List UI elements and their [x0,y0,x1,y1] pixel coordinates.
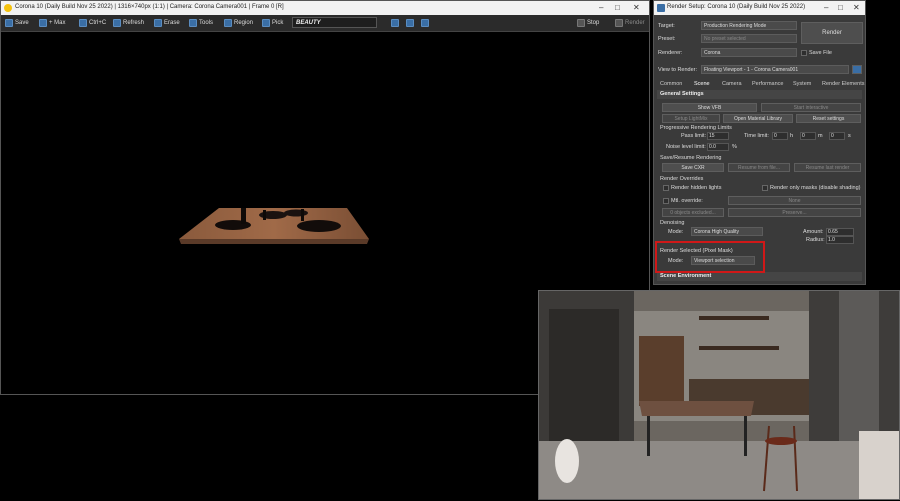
tab-camera[interactable]: Camera [722,81,742,87]
save-resume-label: Save/Resume Rendering [660,155,722,161]
reset-settings-button[interactable]: Reset settings [796,114,861,123]
vfb-title: Corona 10 (Daily Build Nov 25 2022) | 13… [15,4,284,10]
preset-label: Preset: [658,36,676,42]
render-hidden-lights-checkbox[interactable] [663,185,669,191]
lock-view-icon[interactable] [852,65,862,74]
render-only-masks-checkbox[interactable] [762,185,768,191]
render-button[interactable]: Render [801,22,863,44]
highlight-box [655,241,765,273]
zoom-fit-icon[interactable] [421,18,429,28]
erase-button[interactable]: Erase [154,18,180,28]
time-hours-input[interactable]: 0 [772,132,788,140]
noise-level-label: Noise level limit: [666,144,706,150]
zoom-in-icon[interactable] [391,18,399,28]
mtl-override-button[interactable]: None [728,196,861,205]
render-setup-title-bar: Render Setup: Corona 10 (Daily Build Nov… [654,1,865,15]
tab-common[interactable]: Common [660,81,682,87]
show-vfb-button[interactable]: Show VFB [662,103,757,112]
tab-scene[interactable]: Scene [694,81,710,87]
save-icon [5,19,13,27]
mtl-override-label: Mtl. override: [671,198,703,204]
target-select[interactable]: Production Rendering Mode [701,21,797,30]
mtl-override-checkbox[interactable] [663,198,669,204]
resume-last-button[interactable]: Resume last render [794,163,861,172]
renderer-select[interactable]: Corona [701,48,797,57]
setup-lightmix-button[interactable]: Setup LightMix [662,114,720,123]
copy-button[interactable]: Ctrl+C [79,18,106,28]
erase-icon [154,19,162,27]
tab-system[interactable]: System [793,81,811,87]
maximize-icon [39,19,47,27]
save-cxr-button[interactable]: Save CXR [662,163,724,172]
time-minutes-input[interactable]: 0 [800,132,816,140]
max-logo-icon [657,4,665,12]
maximize-icon[interactable]: □ [838,3,843,12]
region-button[interactable]: Region [224,18,253,28]
hours-unit: h [790,133,794,139]
tab-performance[interactable]: Performance [752,81,784,87]
vfb-title-bar: Corona 10 (Daily Build Nov 25 2022) | 13… [1,1,649,15]
progressive-limits-label: Progressive Rendering Limits [660,125,732,131]
percent-unit: % [732,144,737,150]
tools-icon [189,19,197,27]
view-to-render-label: View to Render: [658,67,698,73]
tools-button[interactable]: Tools [189,18,213,28]
stop-button[interactable]: Stop [577,18,599,28]
tab-render-elements[interactable]: Render Elements [822,81,865,87]
save-file-label: Save File [809,50,832,56]
viewport-scene [539,291,899,499]
view-to-render-select[interactable]: Floating Viewport - 1 - Corona Camera001 [701,65,849,74]
start-interactive-button[interactable]: Start interactive [761,103,861,112]
time-seconds-input[interactable]: 0 [829,132,845,140]
preset-select[interactable]: No preset selected [701,34,797,43]
close-icon[interactable]: ✕ [633,3,640,12]
scene-environment-header[interactable]: Scene Environment [657,272,862,281]
maximize-icon[interactable]: □ [615,3,620,12]
zoom-out-icon[interactable] [406,18,414,28]
renderer-label: Renderer: [658,50,683,56]
copy-icon [79,19,87,27]
pick-icon [262,19,270,27]
floating-viewport[interactable] [538,290,900,500]
pass-limit-input[interactable]: 15 [707,132,729,140]
stop-icon [577,19,585,27]
noise-level-input[interactable]: 0.0 [707,143,729,151]
refresh-icon [113,19,121,27]
radius-label: Radius: [806,237,825,243]
open-material-library-button[interactable]: Open Material Library [723,114,793,123]
close-icon[interactable]: ✕ [853,3,860,12]
target-label: Target: [658,23,675,29]
channel-select[interactable]: BEAUTY [292,17,377,28]
render-only-masks-label: Render only masks (disable shading) [770,185,861,191]
minimize-icon[interactable]: – [824,3,828,12]
denoising-label: Denoising [660,220,685,226]
corona-logo-icon [4,4,12,12]
pass-limit-label: Pass limit: [681,133,707,139]
denoise-mode-label: Mode: [668,229,684,235]
render-overrides-label: Render Overrides [660,176,704,182]
objects-excluded-button[interactable]: 0 objects excluded... [662,208,724,217]
vfb-toolbar: Save + Max Ctrl+C Refresh Erase Tools Re… [1,15,649,32]
preserve-button[interactable]: Preserve... [728,208,861,217]
minimize-icon[interactable]: – [599,3,603,12]
time-limit-label: Time limit: [744,133,769,139]
render-icon [615,19,623,27]
seconds-unit: s [848,133,851,139]
radius-input[interactable]: 1.0 [826,236,854,244]
resume-from-file-button[interactable]: Resume from file... [728,163,790,172]
amount-input[interactable]: 0.65 [826,228,854,236]
denoise-mode-select[interactable]: Corona High Quality [691,227,763,236]
amount-label: Amount: [803,229,824,235]
region-icon [224,19,232,27]
save-file-checkbox[interactable] [801,50,807,56]
max-button[interactable]: + Max [39,18,66,28]
render-setup-title: Render Setup: Corona 10 (Daily Build Nov… [667,4,806,10]
minutes-unit: m [818,133,823,139]
general-settings-header[interactable]: General Settings [657,90,862,99]
save-button[interactable]: Save [5,18,29,28]
pick-button[interactable]: Pick [262,18,283,28]
render-hidden-lights-label: Render hidden lights [671,185,722,191]
refresh-button[interactable]: Refresh [113,18,144,28]
render-button-vfb[interactable]: Render [615,18,645,28]
